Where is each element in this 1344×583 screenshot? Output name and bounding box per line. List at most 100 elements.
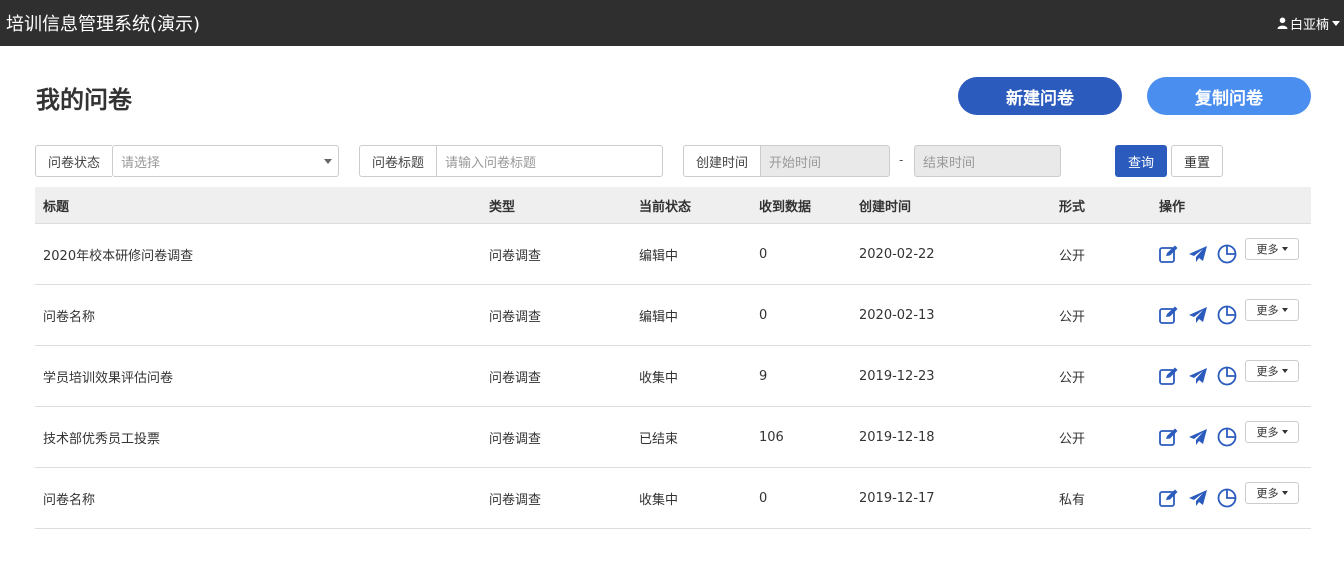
- more-label: 更多: [1256, 365, 1279, 378]
- title-filter: 问卷标题 请输入问卷标题: [359, 145, 663, 177]
- row-status: 收集中: [639, 370, 679, 386]
- edit-icon[interactable]: [1159, 366, 1179, 386]
- chevron-down-icon: [1281, 430, 1288, 434]
- table-row: 2020年校本研修问卷调查 问卷调查 编辑中 0 2020-02-22 公开 更多: [35, 224, 1311, 285]
- row-form: 公开: [1059, 370, 1086, 386]
- row-type: 问卷调查: [489, 309, 542, 325]
- pie-chart-icon[interactable]: [1217, 427, 1237, 447]
- row-form: 公开: [1059, 248, 1086, 264]
- more-label: 更多: [1256, 243, 1279, 256]
- column-header-title: 标题: [43, 199, 70, 215]
- send-icon[interactable]: [1188, 244, 1208, 264]
- row-count: 0: [759, 246, 768, 262]
- survey-table: 标题 类型 当前状态 收到数据 创建时间 形式 操作 2020年校本研修问卷调查…: [35, 187, 1311, 529]
- row-status: 已结束: [639, 431, 679, 447]
- start-time-input[interactable]: 开始时间: [760, 145, 890, 177]
- user-name: 白亚楠: [1289, 17, 1329, 33]
- title-search-placeholder: 请输入问卷标题: [445, 155, 537, 171]
- chevron-down-icon: [1281, 308, 1288, 312]
- row-title: 技术部优秀员工投票: [43, 431, 161, 447]
- end-time-input[interactable]: 结束时间: [914, 145, 1061, 177]
- status-filter: 问卷状态 请选择: [35, 145, 339, 177]
- row-title: 问卷名称: [43, 492, 96, 508]
- query-button[interactable]: 查询: [1115, 145, 1167, 177]
- end-time-filter: 结束时间: [914, 145, 1061, 177]
- row-count: 0: [759, 490, 768, 506]
- top-nav-bar: 培训信息管理系统(演示) 白亚楠: [0, 0, 1344, 46]
- row-date: 2019-12-23: [859, 368, 935, 384]
- chevron-down-icon: [1281, 247, 1288, 251]
- table-header: 标题 类型 当前状态 收到数据 创建时间 形式 操作: [35, 187, 1311, 224]
- row-form: 公开: [1059, 431, 1086, 447]
- column-header-status: 当前状态: [639, 199, 692, 215]
- more-dropdown-button[interactable]: 更多: [1245, 360, 1299, 382]
- row-status: 编辑中: [639, 309, 679, 325]
- chevron-down-icon: [1332, 20, 1340, 26]
- title-filter-label: 问卷标题: [359, 145, 436, 177]
- row-count: 106: [759, 429, 784, 445]
- row-status: 收集中: [639, 492, 679, 508]
- pie-chart-icon[interactable]: [1217, 488, 1237, 508]
- row-actions: 更多: [1159, 407, 1299, 467]
- row-type: 问卷调查: [489, 370, 542, 386]
- app-title: 培训信息管理系统(演示): [6, 14, 201, 35]
- more-dropdown-button[interactable]: 更多: [1245, 482, 1299, 504]
- time-filter: 创建时间 开始时间: [683, 145, 890, 177]
- more-label: 更多: [1256, 487, 1279, 500]
- column-header-actions: 操作: [1159, 199, 1186, 215]
- row-form: 公开: [1059, 309, 1086, 325]
- more-dropdown-button[interactable]: 更多: [1245, 299, 1299, 321]
- status-select-placeholder: 请选择: [121, 155, 161, 171]
- pie-chart-icon[interactable]: [1217, 305, 1237, 325]
- new-survey-button[interactable]: 新建问卷: [958, 77, 1122, 115]
- row-actions: 更多: [1159, 346, 1299, 406]
- edit-icon[interactable]: [1159, 488, 1179, 508]
- time-filter-label: 创建时间: [683, 145, 760, 177]
- table-row: 问卷名称 问卷调查 编辑中 0 2020-02-13 公开 更多: [35, 285, 1311, 346]
- edit-icon[interactable]: [1159, 305, 1179, 325]
- column-header-date: 创建时间: [859, 199, 912, 215]
- pie-chart-icon[interactable]: [1217, 366, 1237, 386]
- copy-survey-button[interactable]: 复制问卷: [1147, 77, 1311, 115]
- row-form: 私有: [1059, 492, 1086, 508]
- table-body: 2020年校本研修问卷调查 问卷调查 编辑中 0 2020-02-22 公开 更多 问卷名称问…: [35, 224, 1311, 529]
- row-count: 0: [759, 307, 768, 323]
- edit-icon[interactable]: [1159, 427, 1179, 447]
- user-icon: [1277, 17, 1288, 29]
- column-header-type: 类型: [489, 199, 516, 215]
- row-count: 9: [759, 368, 768, 384]
- row-status: 编辑中: [639, 248, 679, 264]
- row-type: 问卷调查: [489, 492, 542, 508]
- pie-chart-icon[interactable]: [1217, 244, 1237, 264]
- row-actions: 更多: [1159, 468, 1299, 528]
- edit-icon[interactable]: [1159, 244, 1179, 264]
- send-icon[interactable]: [1188, 366, 1208, 386]
- date-range-separator: -: [899, 153, 904, 167]
- row-date: 2019-12-17: [859, 490, 935, 506]
- column-header-count: 收到数据: [759, 199, 812, 215]
- row-date: 2020-02-13: [859, 307, 935, 323]
- row-title: 问卷名称: [43, 309, 96, 325]
- more-dropdown-button[interactable]: 更多: [1245, 238, 1299, 260]
- user-menu[interactable]: 白亚楠: [1277, 14, 1344, 33]
- row-type: 问卷调查: [489, 248, 542, 264]
- send-icon[interactable]: [1188, 427, 1208, 447]
- end-time-placeholder: 结束时间: [923, 155, 976, 171]
- column-header-form: 形式: [1059, 199, 1086, 215]
- reset-button[interactable]: 重置: [1171, 145, 1223, 177]
- more-label: 更多: [1256, 426, 1279, 439]
- chevron-down-icon: [1281, 369, 1288, 373]
- status-select[interactable]: 请选择: [112, 145, 339, 177]
- row-type: 问卷调查: [489, 431, 542, 447]
- title-search-input[interactable]: 请输入问卷标题: [436, 145, 663, 177]
- dropdown-caret-icon: [324, 159, 332, 164]
- send-icon[interactable]: [1188, 488, 1208, 508]
- table-row: 学员培训效果评估问卷 问卷调查 收集中 9 2019-12-23 公开 更多: [35, 346, 1311, 407]
- send-icon[interactable]: [1188, 305, 1208, 325]
- row-actions: 更多: [1159, 285, 1299, 345]
- table-row: 问卷名称 问卷调查 收集中 0 2019-12-17 私有 更多: [35, 468, 1311, 529]
- row-actions: 更多: [1159, 224, 1299, 284]
- table-row: 技术部优秀员工投票 问卷调查 已结束 106 2019-12-18 公开 更多: [35, 407, 1311, 468]
- more-dropdown-button[interactable]: 更多: [1245, 421, 1299, 443]
- row-title: 学员培训效果评估问卷: [43, 370, 174, 386]
